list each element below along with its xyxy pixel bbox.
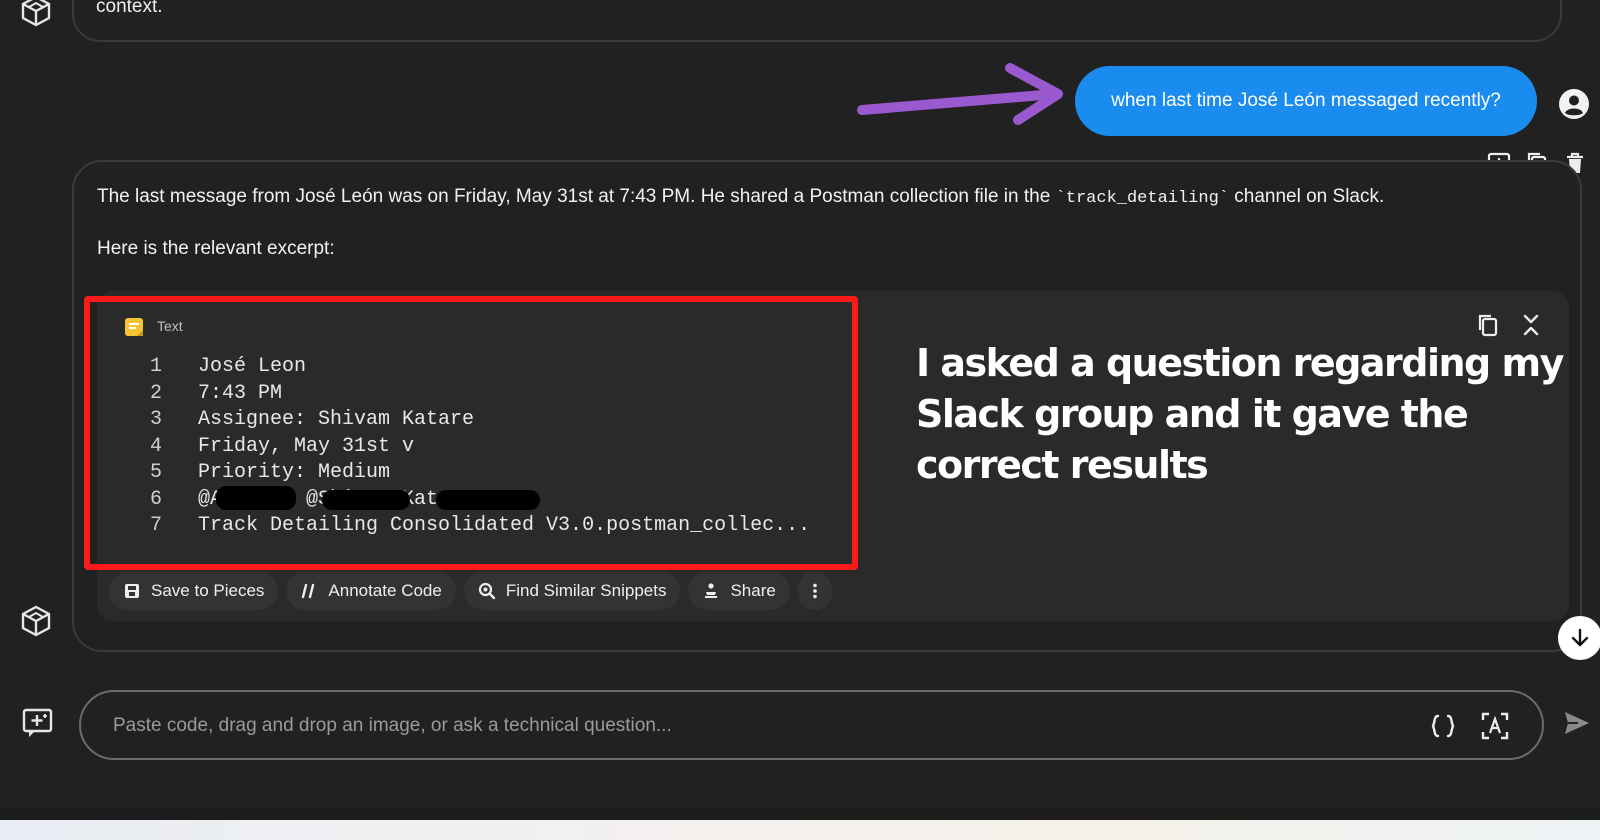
annotation-caption: I asked a question regarding my Slack gr…	[916, 341, 1564, 487]
send-icon[interactable]	[1562, 708, 1592, 738]
pieces-logo-icon	[19, 604, 53, 638]
find-similar-snippets-button[interactable]: Find Similar Snippets	[463, 572, 681, 610]
share-label: Share	[730, 581, 776, 600]
taskbar-strip	[0, 820, 1600, 840]
code-braces-icon[interactable]	[1427, 710, 1459, 742]
response-paragraph: The last message from José León was on F…	[97, 186, 1384, 208]
user-message-bubble: when last time José León messaged recent…	[1075, 66, 1537, 136]
text-recognition-icon[interactable]	[1479, 710, 1511, 742]
annotation-arrow	[857, 63, 1063, 125]
collapse-icon[interactable]	[1519, 312, 1543, 338]
save-to-pieces-button[interactable]: Save to Pieces	[109, 572, 279, 610]
highlight-box	[84, 296, 858, 570]
arrow-down-icon	[1571, 628, 1589, 647]
pieces-logo-icon	[19, 0, 53, 28]
chat-composer	[79, 690, 1544, 760]
more-vertical-icon	[813, 583, 817, 599]
save-label: Save to Pieces	[151, 581, 265, 600]
response-text-end: channel on Slack.	[1229, 186, 1385, 207]
user-avatar-icon[interactable]	[1558, 88, 1590, 120]
copy-icon[interactable]	[1475, 312, 1501, 338]
share-button[interactable]: Share	[688, 572, 790, 610]
scroll-to-bottom-button[interactable]	[1558, 616, 1600, 660]
more-options-button[interactable]	[797, 572, 832, 610]
snippet-actions: Save to Pieces Annotate Code Find Simila…	[109, 572, 832, 610]
chat-input[interactable]	[113, 710, 1363, 742]
search-snippets-icon	[478, 582, 496, 600]
share-icon	[705, 583, 718, 598]
annotate-label: Annotate Code	[328, 581, 442, 600]
new-chat-icon[interactable]	[21, 706, 55, 740]
save-icon	[125, 584, 139, 598]
previous-message-text: context.	[96, 0, 163, 17]
annotate-icon	[302, 583, 315, 599]
inline-code: `track_detailing`	[1055, 189, 1229, 208]
response-subtitle: Here is the relevant excerpt:	[97, 238, 335, 259]
previous-assistant-message	[72, 0, 1562, 42]
response-text: The last message from José León was on F…	[97, 186, 1056, 207]
find-similar-label: Find Similar Snippets	[505, 581, 667, 600]
annotate-code-button[interactable]: Annotate Code	[286, 572, 456, 610]
